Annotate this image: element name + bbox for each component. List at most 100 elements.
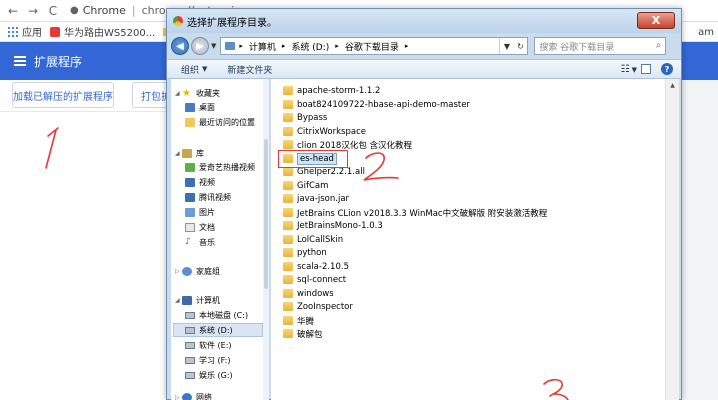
bookmark-right[interactable]: am (694, 22, 714, 42)
pack-extension-button[interactable]: 打包扩展程序 (132, 82, 168, 108)
chevron-right-icon[interactable]: ▸ (335, 42, 339, 50)
folder-item[interactable]: 破解包 (283, 327, 323, 340)
nav-drive-c[interactable]: 本地磁盘 (C:) (185, 308, 248, 322)
expand-icon[interactable]: ▷ (175, 268, 181, 275)
nav-drive-f[interactable]: 学习 (F:) (185, 353, 230, 367)
folder-item[interactable]: GifCam (283, 179, 328, 192)
nav-computer[interactable]: ◢ 计算机 (175, 293, 220, 307)
nav-drive-d[interactable]: 系统 (D:) (173, 323, 263, 337)
pictures-icon (185, 207, 195, 217)
expand-icon[interactable]: ◢ (175, 150, 181, 157)
folder-icon (283, 140, 293, 149)
refresh-icon[interactable]: ↻ (517, 42, 524, 51)
bookmark-apps-label: 应用 (22, 28, 42, 39)
nav-pictures[interactable]: 图片 (185, 205, 215, 219)
back-button[interactable]: ◀ (171, 37, 189, 55)
forward-icon[interactable]: → (26, 4, 40, 18)
folder-icon (283, 262, 293, 271)
nav-label: 收藏夹 (196, 88, 220, 98)
site-info-icon[interactable]: ● (70, 5, 79, 16)
drive-icon (185, 326, 195, 334)
back-icon[interactable]: ← (6, 4, 20, 18)
nav-drive-e[interactable]: 软件 (E:) (185, 338, 232, 352)
folder-item[interactable]: sql-connect (283, 273, 346, 286)
organize-button[interactable]: 组织 ▼ (181, 63, 207, 76)
search-input[interactable]: 搜索 谷歌下载目录 ⌕ (534, 37, 667, 55)
nav-video[interactable]: 视频 (185, 175, 215, 189)
chevron-right-icon[interactable]: ▸ (239, 42, 243, 50)
homegroup-icon (182, 266, 192, 276)
new-folder-button[interactable]: 新建文件夹 (227, 63, 272, 76)
forward-button[interactable]: ▶ (191, 37, 209, 55)
select-folder-dialog: 选择扩展程序目录。 X ◀ ▶ ▼ ▸ 计算机 ▸ 系统 (D:) ▸ 谷歌下载… (166, 8, 682, 400)
expand-icon[interactable]: ◢ (175, 90, 181, 97)
help-icon[interactable]: ? (661, 63, 673, 75)
folder-item[interactable]: windows (283, 287, 334, 300)
folder-item[interactable]: JetBrains CLion v2018.3.3 WinMac中文破解版 附安… (283, 206, 547, 219)
nav-favorites[interactable]: ◢ ★ 收藏夹 (175, 86, 220, 100)
folder-item[interactable]: JetBrainsMono-1.0.3 (283, 219, 383, 232)
address-dropdown-icon[interactable]: ▼ (504, 42, 510, 51)
recent-places-icon (185, 117, 195, 127)
folder-icon (283, 86, 293, 95)
page-title: 扩展程序 (34, 54, 83, 69)
folder-item[interactable]: python (283, 246, 327, 259)
load-unpacked-button[interactable]: 加载已解压的扩展程序 (12, 82, 114, 108)
preview-pane-icon[interactable] (641, 64, 651, 74)
chevron-right-icon[interactable]: ▸ (405, 42, 409, 50)
folder-item[interactable]: LolCallSkin (283, 233, 343, 246)
nav-iqiyi[interactable]: 爱奇艺热播视频 (185, 160, 255, 174)
iqiyi-icon (185, 162, 195, 172)
nav-library[interactable]: ◢ 库 (175, 146, 204, 160)
reload-icon[interactable]: C (46, 4, 60, 18)
folder-icon (283, 208, 293, 217)
nav-pane-scrollbar[interactable] (263, 79, 269, 400)
folder-item[interactable]: java-json.jar (283, 192, 349, 205)
folder-item[interactable]: scala-2.10.5 (283, 260, 349, 273)
folder-item[interactable]: Bypass (283, 111, 327, 124)
library-icon (182, 148, 192, 158)
breadcrumb-drive-d[interactable]: 系统 (D:) (291, 40, 329, 53)
nav-desktop[interactable]: 桌面 (185, 100, 215, 114)
menu-icon[interactable] (14, 54, 26, 68)
nav-music[interactable]: ♪ 音乐 (185, 235, 215, 249)
search-icon[interactable]: ⌕ (656, 40, 662, 51)
organize-label: 组织 (181, 65, 200, 76)
nav-tencent-video[interactable]: 腾讯视频 (185, 190, 231, 204)
file-list: apache-storm-1.1.2 boat824109722-hbase-a… (271, 79, 665, 400)
nav-label: 库 (196, 148, 204, 158)
nav-homegroup[interactable]: ▷ 家庭组 (175, 264, 220, 278)
chevron-right-icon[interactable]: ▸ (282, 42, 286, 50)
nav-recent[interactable]: 最近访问的位置 (185, 115, 255, 129)
view-options-icon[interactable]: ☷ ▼ (621, 64, 637, 75)
nav-drive-g[interactable]: 娱乐 (G:) (185, 368, 233, 382)
folder-item[interactable]: apache-storm-1.1.2 (283, 84, 380, 97)
breadcrumb-download[interactable]: 谷歌下载目录 (345, 40, 399, 53)
expand-icon[interactable]: ◢ (175, 297, 181, 304)
drive-icon (185, 356, 195, 364)
nav-documents[interactable]: 文档 (185, 220, 215, 234)
nav-label: 软件 (E:) (199, 340, 232, 350)
close-button[interactable]: X (637, 12, 675, 29)
folder-item[interactable]: ZooInspector (283, 300, 353, 313)
folder-item[interactable]: 华腾 (283, 314, 314, 327)
folder-item[interactable]: CitrixWorkspace (283, 125, 366, 138)
bookmark-huawei[interactable]: 华为路由WS5200... (50, 24, 155, 39)
scroll-up-icon[interactable]: ▲ (666, 79, 679, 91)
computer-icon (182, 295, 192, 305)
url-host[interactable]: Chrome (83, 4, 126, 17)
nav-label: 家庭组 (196, 266, 220, 276)
breadcrumb-computer[interactable]: 计算机 (249, 40, 276, 53)
nav-network[interactable]: ▷ 网络 (175, 390, 212, 400)
nav-label: 系统 (D:) (199, 325, 233, 335)
folder-icon (283, 329, 293, 338)
expand-icon[interactable]: ▷ (175, 394, 181, 400)
nav-label: 娱乐 (G:) (199, 370, 233, 380)
file-list-scrollbar[interactable]: ▲ (665, 79, 679, 400)
address-bar[interactable]: ▸ 计算机 ▸ 系统 (D:) ▸ 谷歌下载目录 ▸ ▼ ↻ (220, 37, 529, 55)
history-dropdown-icon[interactable]: ▼ (211, 42, 216, 50)
folder-item[interactable]: boat824109722-hbase-api-demo-master (283, 98, 470, 111)
dialog-titlebar[interactable]: 选择扩展程序目录。 X (167, 9, 681, 33)
folder-icon (283, 194, 293, 203)
bookmark-apps[interactable]: 应用 (8, 24, 42, 39)
